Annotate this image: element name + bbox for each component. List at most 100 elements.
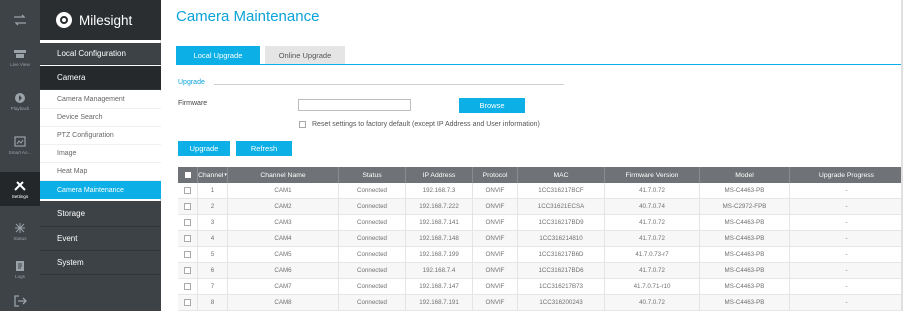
table-row[interactable]: 1 CAM1 Connected 192.168.7.3 ONVIF 1CC316217B…: [178, 183, 903, 199]
cell-model: MS-C4463-PB: [700, 215, 790, 230]
cell-status: Connected: [339, 183, 406, 198]
cell-protocol: ONVIF: [473, 263, 518, 278]
menu-camera[interactable]: Camera: [40, 66, 161, 90]
milesight-logo-icon: [56, 12, 72, 28]
row-select-cell[interactable]: [178, 263, 198, 278]
cell-channel-name: CAM8: [228, 295, 339, 310]
firmware-path-input[interactable]: [298, 99, 411, 111]
rail-playback[interactable]: Playback: [0, 84, 40, 118]
upgrade-button[interactable]: Upgrade: [178, 141, 230, 156]
section-divider: [214, 84, 564, 85]
cell-model: MS-C4463-PB: [700, 263, 790, 278]
cell-channel-name: CAM7: [228, 279, 339, 294]
row-select-cell[interactable]: [178, 183, 198, 198]
menu-system[interactable]: System: [40, 251, 161, 275]
row-select-cell[interactable]: [178, 231, 198, 246]
rail-logs[interactable]: Logs: [0, 252, 40, 286]
cell-ip-address: 192.168.7.148: [406, 231, 473, 246]
rail-logout[interactable]: [0, 290, 40, 311]
rail-transfer[interactable]: [0, 3, 40, 37]
select-all-checkbox[interactable]: [184, 172, 191, 178]
logo-text: Milesight: [79, 12, 133, 28]
row-select-cell[interactable]: [178, 279, 198, 294]
row-select-cell[interactable]: [178, 295, 198, 310]
cell-status: Connected: [339, 199, 406, 214]
menu-item-camera-maintenance[interactable]: Camera Maintenance: [40, 181, 161, 199]
cell-mac: 1CC316200243: [518, 295, 605, 310]
table-row[interactable]: 4 CAM4 Connected 192.168.7.148 ONVIF 1CC31621…: [178, 231, 903, 247]
rail-settings[interactable]: Settings: [0, 172, 40, 206]
cell-channel: 7: [198, 279, 228, 294]
browse-button[interactable]: Browse: [459, 98, 525, 113]
cell-model: MS-C4463-PB: [700, 295, 790, 310]
row-checkbox[interactable]: [184, 203, 191, 210]
cell-status: Connected: [339, 295, 406, 310]
cell-protocol: ONVIF: [473, 215, 518, 230]
col-channel[interactable]: Channel ▾: [198, 167, 228, 183]
tab-local-upgrade[interactable]: Local Upgrade: [176, 46, 260, 64]
smart-analysis-icon: [14, 135, 26, 147]
row-checkbox[interactable]: [184, 299, 191, 306]
cell-upgrade-progress: -: [845, 299, 848, 306]
rail-live-view[interactable]: Live View: [0, 40, 40, 74]
row-checkbox[interactable]: [184, 283, 191, 290]
menu-storage[interactable]: Storage: [40, 201, 161, 227]
reset-factory-checkbox[interactable]: [299, 121, 306, 128]
refresh-button[interactable]: Refresh: [236, 141, 292, 156]
table-row[interactable]: 5 CAM5 Connected 192.168.7.199 ONVIF 1CC31621…: [178, 247, 903, 263]
rail-label: Smart An...: [8, 149, 32, 155]
row-checkbox[interactable]: [184, 219, 191, 226]
firmware-label: Firmware: [178, 100, 208, 107]
rail-label: Playback: [10, 105, 30, 111]
cell-protocol: ONVIF: [473, 295, 518, 310]
row-select-cell[interactable]: [178, 199, 198, 214]
menu-event[interactable]: Event: [40, 227, 161, 251]
menu-item-heat-map[interactable]: Heat Map: [40, 163, 161, 181]
cell-firmware-version: 41.7.0.73-r7: [605, 247, 700, 262]
cell-channel: 6: [198, 263, 228, 278]
cell-upgrade-progress: -: [845, 283, 848, 290]
menu-item-device-search[interactable]: Device Search: [40, 109, 161, 127]
cell-upgrade-progress: -: [845, 203, 848, 210]
menu-item-camera-management[interactable]: Camera Management: [40, 91, 161, 109]
table-row[interactable]: 7 CAM7 Connected 192.168.7.147 ONVIF 1CC31621…: [178, 279, 903, 295]
reset-option: Reset settings to factory default (excep…: [299, 121, 540, 128]
tab-online-upgrade[interactable]: Online Upgrade: [265, 46, 345, 64]
live-view-icon: [14, 49, 26, 58]
row-checkbox[interactable]: [184, 267, 191, 274]
table-row[interactable]: 8 CAM8 Connected 192.168.7.191 ONVIF 1CC31620…: [178, 295, 903, 311]
cell-channel-name: CAM1: [228, 183, 339, 198]
menu-item-ptz-configuration[interactable]: PTZ Configuration: [40, 127, 161, 145]
col-channel-name: Channel Name: [228, 167, 339, 183]
row-select-cell[interactable]: [178, 215, 198, 230]
cell-mac: 1CC316217BD6: [518, 263, 605, 278]
cell-mac: 1CC316217B73: [518, 279, 605, 294]
cell-mac: 1CC316217B6D: [518, 247, 605, 262]
table-row[interactable]: 6 CAM6 Connected 192.168.7.4 ONVIF 1CC316217B…: [178, 263, 903, 279]
table-row[interactable]: 2 CAM2 Connected 192.168.7.222 ONVIF 1CC31621…: [178, 199, 903, 215]
menu-local-configuration[interactable]: Local Configuration: [40, 43, 161, 65]
select-all-cell[interactable]: [178, 167, 198, 183]
row-checkbox[interactable]: [184, 187, 191, 194]
rail-label: Live View: [10, 61, 30, 67]
row-select-cell[interactable]: [178, 247, 198, 262]
rail-smart-analysis[interactable]: Smart An...: [0, 128, 40, 162]
menu-item-image[interactable]: Image: [40, 145, 161, 163]
cell-ip-address: 192.168.7.4: [406, 263, 473, 278]
cell-firmware-version: 41.7.0.72: [605, 231, 700, 246]
table-header: Channel ▾ Channel Name Status IP Address …: [178, 167, 903, 183]
logs-icon: [16, 260, 24, 271]
cell-status: Connected: [339, 247, 406, 262]
tab-underline: [176, 64, 903, 65]
row-checkbox[interactable]: [184, 235, 191, 242]
col-status: Status: [339, 167, 406, 183]
row-checkbox[interactable]: [184, 251, 191, 258]
table-row[interactable]: 3 CAM3 Connected 192.168.7.141 ONVIF 1CC31621…: [178, 215, 903, 231]
cell-upgrade-progress: -: [845, 251, 848, 258]
rail-label: Status: [13, 235, 27, 241]
col-firmware-version: Firmware Version: [605, 167, 700, 183]
cell-firmware-version: 41.7.0.72: [605, 215, 700, 230]
col-model: Model: [700, 167, 790, 183]
rail-status[interactable]: Status: [0, 214, 40, 248]
cell-ip-address: 192.168.7.3: [406, 183, 473, 198]
